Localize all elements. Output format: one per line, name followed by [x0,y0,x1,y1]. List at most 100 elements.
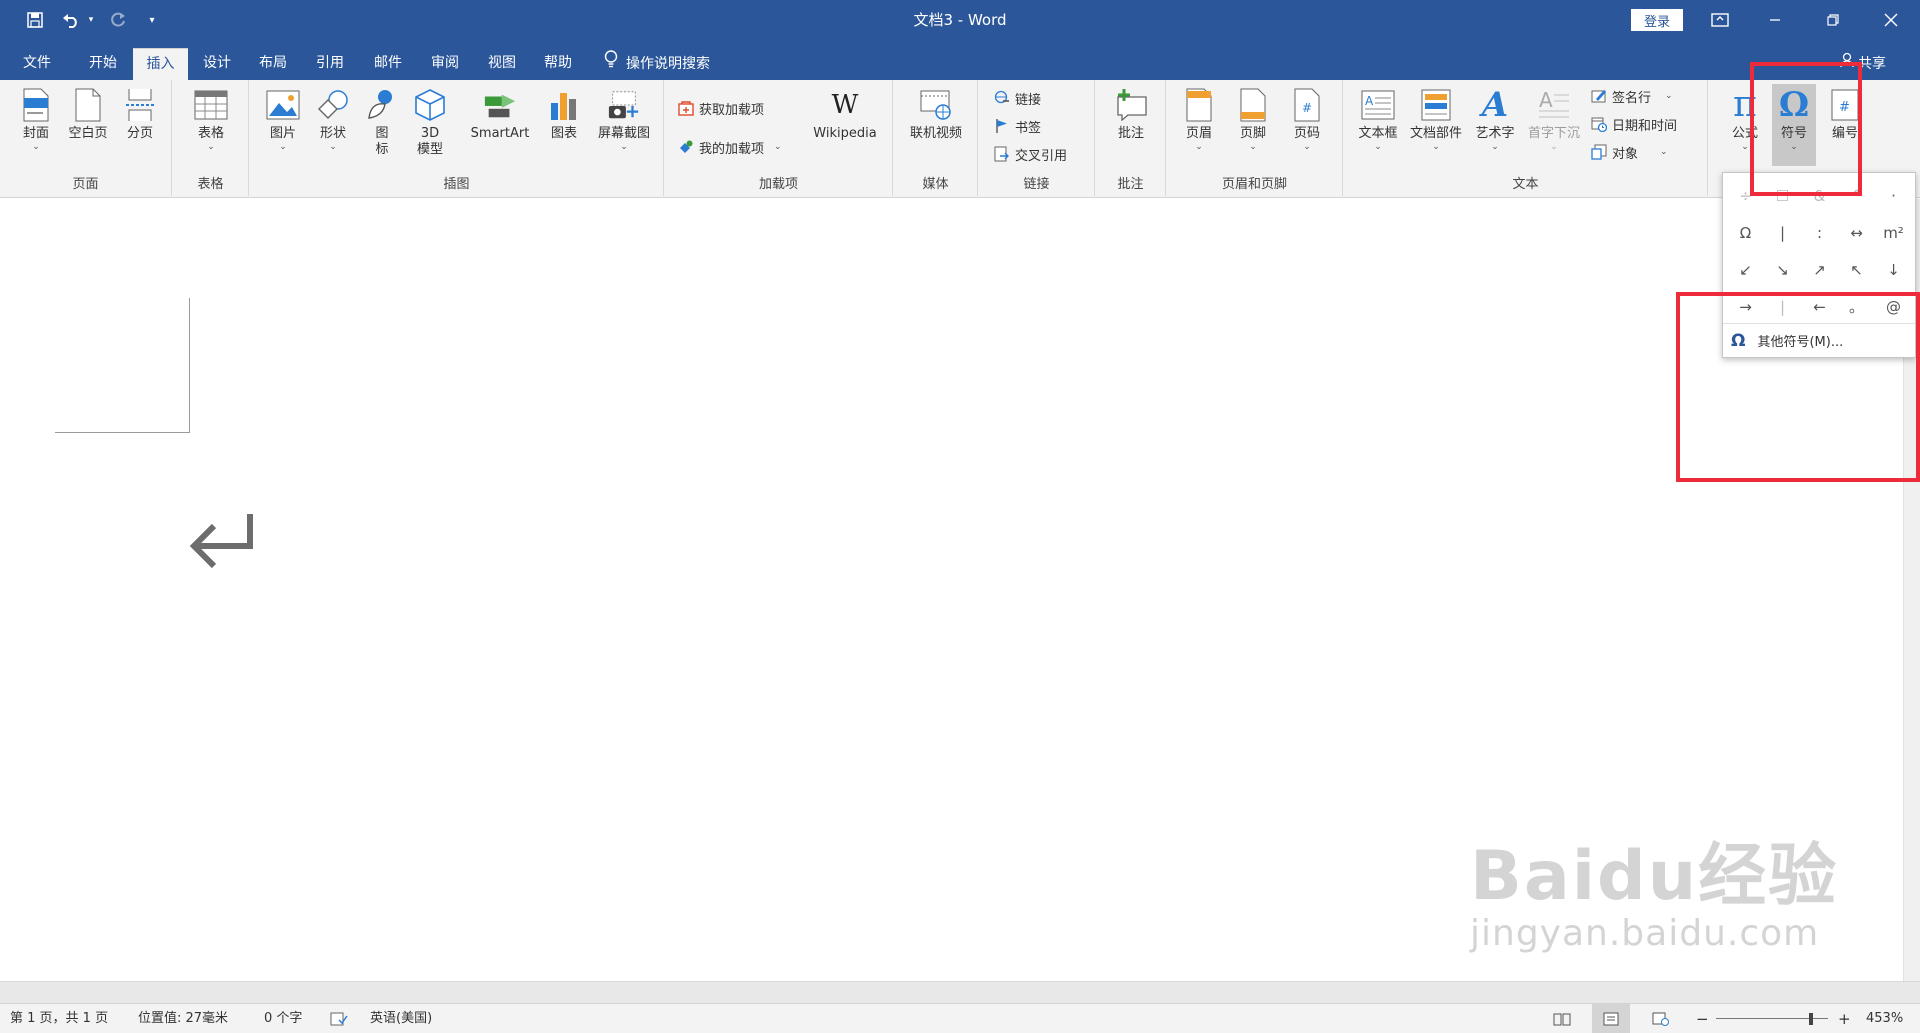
smartart-button[interactable]: SmartArt [462,86,538,142]
symbol-cell[interactable]: | [1764,214,1801,251]
symbol-cell[interactable]: → [1727,288,1764,325]
cross-reference-button[interactable]: 交叉引用 [993,142,1067,166]
ribbon-display-icon[interactable] [1700,0,1740,40]
more-symbols-button[interactable]: Ω 其他符号(M)... [1723,323,1915,357]
minimize-icon[interactable] [1752,0,1798,40]
close-icon[interactable] [1868,0,1914,40]
signature-pen-icon [1590,87,1608,105]
document-canvas[interactable] [0,199,1920,981]
symbol-cell[interactable]: ☐ [1764,177,1801,214]
save-icon[interactable] [22,0,48,40]
page-count[interactable]: 第 1 页，共 1 页 [10,1004,108,1033]
numbering-button[interactable]: # 编号 [1823,86,1867,142]
3d-models-button[interactable]: 3D 模型 [408,86,452,158]
page-break-button[interactable]: 分页 [118,86,162,142]
print-layout-icon[interactable] [1592,1004,1630,1033]
zoom-level[interactable]: 453% [1866,1004,1903,1033]
link-button[interactable]: 链接 [993,86,1041,110]
word-count[interactable]: 0 个字 [264,1004,302,1033]
symbol-cell[interactable]: & [1801,177,1838,214]
tab-design[interactable]: 设计 [192,48,242,80]
language-indicator[interactable]: 英语(美国) [370,1004,432,1033]
get-addins-button[interactable]: 获取加载项 [677,96,764,120]
group-addins: 获取加载项 我的加载项 ⌄ W Wikipedia 加载项 [665,80,893,196]
zoom-slider-thumb[interactable] [1809,1013,1814,1025]
restore-icon[interactable] [1810,0,1856,40]
symbol-cell[interactable]: ↓ [1875,251,1912,288]
chart-button[interactable]: 图表 [544,86,584,142]
symbol-cell[interactable]: ÷ [1727,177,1764,214]
tell-me-search[interactable]: 操作说明搜索 [604,48,710,80]
zoom-in-icon[interactable]: + [1838,1004,1851,1033]
customize-qat-icon[interactable]: ▾ [144,0,160,40]
chevron-down-icon: ⌄ [1741,142,1749,152]
date-time-button[interactable]: 日期和时间 [1590,112,1677,136]
read-mode-icon[interactable] [1553,1004,1571,1033]
shapes-button[interactable]: 形状 ⌄ [312,86,354,152]
text-box-button[interactable]: A 文本框 ⌄ [1354,86,1402,152]
symbol-cell[interactable]: @ [1875,288,1912,325]
cover-page-button[interactable]: 封面 ⌄ [14,86,58,152]
symbol-cell[interactable]: | [1764,288,1801,325]
tab-home[interactable]: 开始 [78,48,128,80]
icons-icon [365,86,399,124]
signature-line-button[interactable]: 签名行 ⌄ [1590,84,1673,108]
bookmark-button[interactable]: 书签 [993,114,1041,138]
undo-icon[interactable] [58,0,84,40]
quick-parts-button[interactable]: 文档部件 ⌄ [1406,86,1466,152]
zoom-out-icon[interactable]: − [1696,1004,1709,1033]
icons-button[interactable]: 图 标 [364,86,400,158]
footer-button[interactable]: 页脚 ⌄ [1231,86,1275,152]
redo-icon[interactable] [106,0,130,40]
drop-cap-button[interactable]: A 首字下沉 ⌄ [1524,86,1584,152]
tab-layout[interactable]: 布局 [248,48,298,80]
tab-file[interactable]: 文件 [12,48,62,80]
tab-insert[interactable]: 插入 [133,48,188,80]
proofing-icon[interactable] [330,1004,348,1033]
my-addins-button[interactable]: 我的加载项 ⌄ [677,135,782,159]
symbol-cell[interactable]: ↗ [1801,251,1838,288]
picture-button[interactable]: 图片 ⌄ [262,86,304,152]
tab-review[interactable]: 审阅 [420,48,470,80]
symbol-cell[interactable]: m² [1875,214,1912,251]
tab-mailings[interactable]: 邮件 [363,48,413,80]
symbol-cell[interactable]: · [1875,177,1912,214]
online-video-button[interactable]: 联机视频 [902,86,970,142]
blank-page-button[interactable]: 空白页 [62,86,114,142]
login-button[interactable]: 登录 [1631,9,1683,31]
page-margin-corner-mark [55,298,190,433]
symbol-cell[interactable]: ↙ [1727,251,1764,288]
tab-view[interactable]: 视图 [477,48,527,80]
svg-text:#: # [1839,100,1850,115]
symbol-cell[interactable]: Ω [1727,214,1764,251]
tab-help[interactable]: 帮助 [533,48,583,80]
symbol-cell[interactable]: ^ [1838,177,1875,214]
horizontal-scrollbar[interactable] [0,981,1920,1003]
new-comment-button[interactable]: 批注 [1108,86,1154,142]
wordart-button[interactable]: A 艺术字 ⌄ [1470,86,1520,152]
wikipedia-button[interactable]: W Wikipedia [805,86,885,142]
undo-dropdown-icon[interactable]: ▾ [84,0,98,40]
vertical-position[interactable]: 位置值: 27毫米 [138,1004,228,1033]
symbol-cell[interactable]: 。 [1838,288,1875,325]
object-button[interactable]: 对象 ⌄ [1590,140,1668,164]
screenshot-button[interactable]: 屏幕截图 ⌄ [590,86,658,152]
page-number-button[interactable]: # 页码 ⌄ [1285,86,1329,152]
symbol-cell[interactable]: ↘ [1764,251,1801,288]
symbol-cell[interactable]: : [1801,214,1838,251]
web-layout-icon[interactable] [1652,1004,1670,1033]
symbol-button[interactable]: Ω 符号 ⌄ [1772,84,1816,166]
ribbon-tab-bar: 文件 开始 插入 设计 布局 引用 邮件 审阅 视图 帮助 操作说明搜索 共享 [0,40,1920,80]
chevron-down-icon: ⌄ [32,142,40,152]
symbol-cell[interactable]: ↖ [1838,251,1875,288]
table-button[interactable]: 表格 ⌄ [189,86,233,152]
share-button[interactable]: 共享 [1840,48,1886,80]
symbol-cell[interactable]: ↔ [1838,214,1875,251]
tab-references[interactable]: 引用 [305,48,355,80]
chevron-down-icon: ⌄ [1374,142,1382,152]
chevron-down-icon: ⌄ [1790,142,1798,152]
share-label: 共享 [1858,56,1886,72]
header-button[interactable]: 页眉 ⌄ [1177,86,1221,152]
symbol-cell[interactable]: ← [1801,288,1838,325]
equation-button[interactable]: π 公式 ⌄ [1725,86,1765,153]
